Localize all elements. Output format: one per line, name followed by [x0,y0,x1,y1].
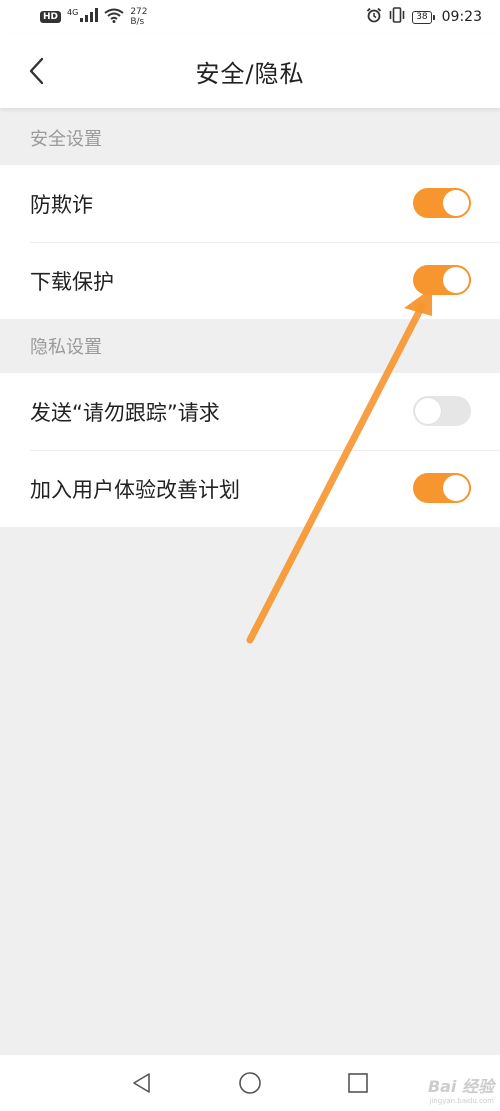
alarm-icon [366,7,382,27]
anti-fraud-toggle[interactable] [413,188,471,218]
setting-row-do-not-track[interactable]: 发送“请勿跟踪”请求 [0,373,500,450]
setting-label: 下载保护 [30,269,114,294]
app-header: 安全/隐私 [0,34,500,108]
nav-home-button[interactable] [232,1065,268,1101]
status-left: HD 4G 272 B/s [40,7,148,27]
nav-back-button[interactable] [124,1065,160,1101]
speed-unit: B/s [130,17,145,27]
clock: 09:23 [441,9,482,25]
toggle-knob [415,398,441,424]
setting-row-anti-fraud[interactable]: 防欺诈 [0,165,500,242]
ux-improvement-toggle[interactable] [413,473,471,503]
system-nav-bar [0,1055,500,1111]
nav-recents-button[interactable] [340,1065,376,1101]
hd-icon: HD [40,11,62,23]
setting-label: 发送“请勿跟踪”请求 [30,400,220,425]
back-chevron-icon [29,57,44,85]
watermark-sub: jingyan.baidu.com [429,1097,494,1105]
home-circle-icon [239,1072,261,1094]
page-title: 安全/隐私 [195,59,305,88]
setting-label: 加入用户体验改善计划 [30,477,240,502]
watermark-text: Bai 经验 [427,1077,494,1096]
section-header-security: 安全设置 [30,129,102,150]
network-speed: 272 B/s [130,7,147,27]
status-right: 38 09:23 [366,7,482,27]
battery-icon: 38 [412,10,436,24]
toggle-knob [443,475,469,501]
baidu-watermark: Bai 经验 jingyan.baidu.com [428,1073,494,1105]
status-bar: HD 4G 272 B/s 38 09:23 [0,0,500,34]
setting-row-ux-improvement[interactable]: 加入用户体验改善计划 [0,450,500,527]
speed-value: 272 [130,7,148,17]
do-not-track-toggle[interactable] [413,396,471,426]
toggle-knob [443,267,469,293]
back-triangle-icon [133,1073,150,1093]
toggle-knob [443,190,469,216]
wifi-icon [104,8,124,27]
recents-square-icon [348,1073,368,1093]
signal-icon [80,8,99,26]
section-header-privacy: 隐私设置 [30,337,102,358]
setting-row-download-protection[interactable]: 下载保护 [0,242,500,319]
vibrate-icon [388,7,406,27]
privacy-settings-card: 发送“请勿跟踪”请求 加入用户体验改善计划 [0,373,500,527]
download-protection-toggle[interactable] [413,265,471,295]
network-type: 4G [67,7,79,17]
setting-label: 防欺诈 [30,192,93,217]
security-settings-card: 防欺诈 下载保护 [0,165,500,319]
back-button[interactable] [20,54,54,88]
